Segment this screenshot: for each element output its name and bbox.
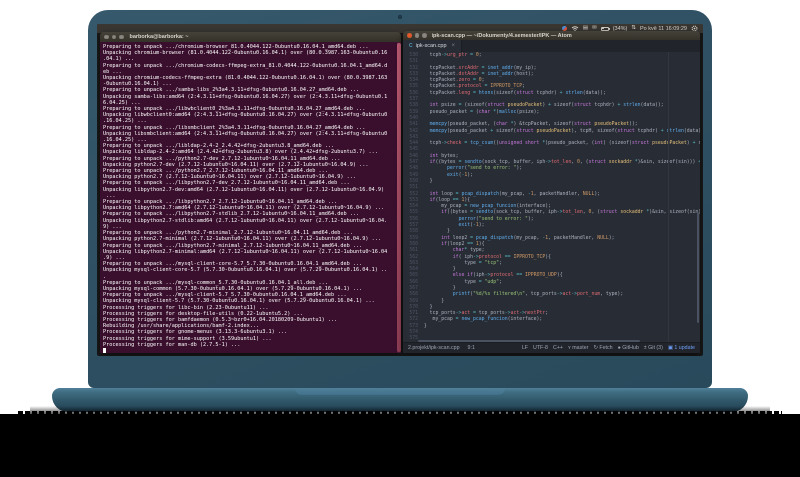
terminal-line: Preparing to unpack .../libsmbclient_2%3… — [103, 124, 366, 131]
atom-window: ipk-scan.cpp — ~/Dokumenty/4.semester/IP… — [403, 31, 700, 353]
terminal-scrollbar[interactable] — [397, 42, 401, 353]
terminal-line: Unpacking libldap-2.4-2:amd64 (2.4.42+df… — [103, 149, 378, 156]
terminal-line: Preparing to unpack .../libpython2.7-std… — [103, 211, 360, 218]
tab-label: ipk-scan.cpp — [415, 43, 447, 49]
terminal-scrollbar-thumb[interactable] — [397, 43, 401, 352]
terminal-output[interactable]: Preparing to unpack .../chromium-browser… — [100, 42, 401, 353]
code-lines[interactable]: tcph->urg_ptr = 0; tcpPacket.srcAddr = i… — [421, 52, 700, 343]
terminal-line: Unpacking mysql-client-5.7 (5.7.30-0ubun… — [103, 298, 375, 305]
status-git-fetch[interactable]: ↻ Fetch — [593, 345, 612, 351]
code-line: tcph->check = tcp_csum((unsigned short *… — [421, 141, 700, 147]
status-git-changes[interactable]: ± Git (3) — [644, 345, 663, 351]
status-line-ending[interactable]: LF — [522, 345, 528, 351]
terminal-line: Preparing to unpack .../libpython2.7-min… — [103, 242, 363, 249]
status-encoding[interactable]: UTF-8 — [533, 345, 548, 351]
status-github[interactable]: ● GitHub — [618, 345, 639, 351]
laptop-mockup: ▤ ✉ (34%) ⇅ Po kvě 11 16:09:29 barborka@… — [0, 0, 800, 477]
status-git-branch[interactable]: ʏ master — [568, 345, 588, 351]
terminal-line: Preparing to unpack .../samba-libs_2%3a4… — [103, 87, 360, 94]
terminal-line: Unpacking python2.7-minimal (2.7.12-1ubu… — [103, 236, 381, 243]
tab-ipk-scan[interactable]: C ipk-scan.cpp × — [403, 40, 463, 52]
tab-close-icon[interactable]: × — [452, 43, 456, 49]
status-grammar[interactable]: C++ — [553, 345, 563, 351]
cpp-file-icon: C — [409, 43, 413, 49]
editor-vertical-scrollbar[interactable] — [697, 212, 699, 323]
terminal-line: Unpacking chromium-browser (81.0.4044.12… — [103, 50, 388, 57]
laptop-screen: ▤ ✉ (34%) ⇅ Po kvě 11 16:09:29 barborka@… — [97, 24, 703, 356]
webcam-dot — [398, 15, 402, 19]
terminal-line: Unpacking libsmbclient:amd64 (2:4.3.11+d… — [103, 130, 388, 137]
terminal-line: Unpacking libpython2.7-dev:amd64 (2.7.12… — [103, 186, 385, 193]
terminal-minimize-icon[interactable] — [111, 34, 116, 40]
terminal-title: barborka@barborka: ~ — [129, 34, 189, 40]
code-gutter: 530 531 532 533 534 535 536 537 538 539 540 541 542 5… — [403, 52, 421, 343]
status-cursor-position[interactable]: 9:1 — [468, 345, 475, 351]
laptop-lid-notch — [295, 388, 505, 395]
terminal-cursor-line — [103, 347, 395, 353]
status-file-path[interactable]: 2.projekt/ipk-scan.cpp — [408, 345, 460, 351]
atom-close-icon[interactable] — [407, 33, 412, 38]
terminal-line: Unpacking mysql-client-core-5.7 (5.7.30-… — [103, 267, 388, 274]
terminal-line: Preparing to unpack .../chromium-codecs-… — [103, 62, 388, 69]
terminal-cursor — [103, 347, 106, 353]
status-update-notice[interactable]: ▣ 1 update — [668, 345, 695, 351]
atom-maximize-icon[interactable] — [422, 33, 427, 38]
terminal-window: barborka@barborka: ~ Preparing to unpack… — [100, 32, 401, 353]
code-line: memcpy(pseudo_packet + sizeof(struct pse… — [429, 128, 700, 134]
terminal-line: Unpacking samba-libs:amd64 (2:4.3.11+dfs… — [103, 93, 388, 100]
terminal-titlebar[interactable]: barborka@barborka: ~ — [100, 32, 401, 42]
atom-status-bar: 2.projekt/ipk-scan.cpp 9:1 LF UTF-8 C++ ʏ m… — [403, 342, 700, 353]
atom-status-right: LF UTF-8 C++ ʏ master ↻ Fetch ● GitHub ± Git (… — [522, 345, 695, 351]
atom-titlebar[interactable]: ipk-scan.cpp — ~/Dokumenty/4.semester/IP… — [403, 31, 700, 40]
terminal-line: Unpacking libwbclient0:amd64 (2:4.3.11+d… — [103, 112, 388, 119]
terminal-line: Unpacking libpython2.7-stdlib:amd64 (2.7… — [103, 217, 388, 224]
atom-editor-area[interactable]: 530 531 532 533 534 535 536 537 538 539 540 541 542 5… — [403, 52, 700, 343]
atom-window-title: ipk-scan.cpp — ~/Dokumenty/4.semester/IP… — [431, 32, 572, 39]
terminal-close-icon[interactable] — [104, 34, 109, 40]
laptop-shadow — [0, 411, 800, 477]
atom-minimize-icon[interactable] — [414, 33, 419, 38]
terminal-maximize-icon[interactable] — [119, 34, 124, 40]
battery-icon[interactable] — [600, 26, 610, 31]
terminal-line: Unpacking libpython2.7-minimal:amd64 (2.… — [103, 248, 388, 255]
